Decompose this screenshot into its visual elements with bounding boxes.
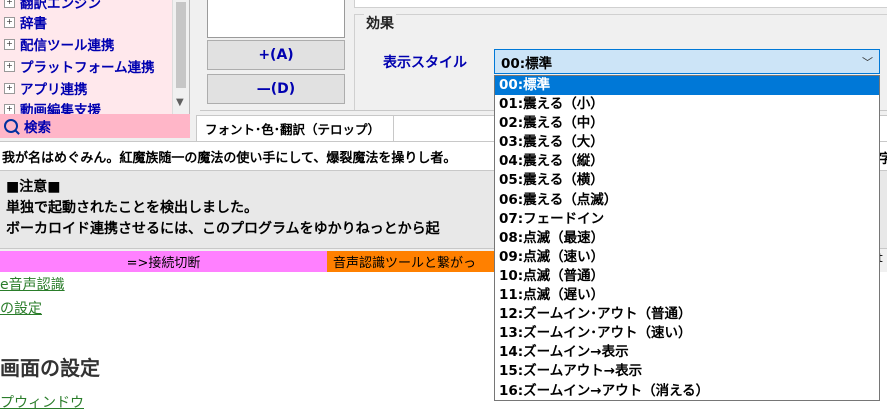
chevron-down-icon[interactable]: ▼ [176,97,184,108]
tree-item-translation-engine[interactable]: + 翻訳エンジン [4,0,101,12]
web-heading: 画面の設定 [0,356,100,380]
dropdown-option[interactable]: 12:ズームイン･アウト（普通） [495,305,879,324]
speech-tool-status: 音声認識ツールと繋がっ [327,251,497,272]
web-link-settings[interactable]: の設定 [0,298,42,318]
expand-icon[interactable]: + [4,0,15,8]
tree-item-label: 動画編集支援 [20,103,101,114]
preview-box [207,0,345,38]
dropdown-option[interactable]: 11:点滅（遅い） [495,286,879,305]
expand-icon[interactable]: + [4,82,15,94]
display-style-label: 表示スタイル [383,55,467,71]
dropdown-option[interactable]: 07:フェードイン [495,210,879,229]
expand-icon[interactable]: + [4,60,15,72]
tab-font-color-translation[interactable]: フォント･色･翻訳（テロップ） [196,115,394,141]
dropdown-option[interactable]: 15:ズームアウト→表示 [495,362,879,381]
tree-item-platforms[interactable]: + プラットフォーム連携 [4,56,155,76]
disconnect-button[interactable]: =>接続切断 [0,251,327,272]
display-style-dropdown-list[interactable]: 00:標準 01:震える（小） 02:震える（中） 03:震える（大） 04:震… [494,75,880,401]
tree-item-label: アプリ連携 [20,82,88,98]
dropdown-option[interactable]: 16:ズームイン→アウト（消える） [495,382,879,401]
search-label: 検索 [24,120,51,136]
scroll-thumb[interactable] [176,2,186,88]
tree-item-dictionary[interactable]: + 辞書 [4,12,47,32]
dropdown-option[interactable]: 05:震える（横） [495,171,879,190]
dropdown-option[interactable]: 06:震える（点滅） [495,191,879,210]
tree-item-streaming-tools[interactable]: + 配信ツール連携 [4,34,115,54]
dropdown-option[interactable]: 10:点滅（普通） [495,267,879,286]
display-style-select[interactable]: 00:標準 ﹀ [494,49,880,74]
tree-scrollbar[interactable]: ▼ [172,0,189,114]
dropdown-option[interactable]: 14:ズームイン→表示 [495,343,879,362]
background-web-page: e音声認識 の設定 画面の設定 プウィンドウ [0,270,330,411]
top-panel [354,0,887,8]
sample-side-char: 字 [879,152,887,167]
dropdown-option[interactable]: 02:震える（中） [495,114,879,133]
expand-icon[interactable]: + [4,16,15,28]
search-icon [4,119,18,133]
web-link-window[interactable]: プウィンドウ [0,392,84,412]
web-link-speech[interactable]: e音声認識 [0,274,65,294]
tree-item-video-editing[interactable]: + 動画編集支援 [4,99,101,114]
add-button[interactable]: +(A) [207,40,345,70]
tree-item-apps[interactable]: + アプリ連携 [4,78,88,98]
chevron-down-icon[interactable]: ﹀ [862,54,873,70]
effect-group-title: 効果 [364,13,396,33]
dropdown-option[interactable]: 03:震える（大） [495,133,879,152]
expand-icon[interactable]: + [4,38,15,50]
dropdown-option[interactable]: 08:点滅（最速） [495,229,879,248]
tree-item-label: 翻訳エンジン [20,0,101,12]
expand-icon[interactable]: + [4,103,15,114]
tree-item-label: 辞書 [20,16,47,32]
category-tree: + 翻訳エンジン + 辞書 + 配信ツール連携 + プラットフォーム連携 + ア… [0,0,190,114]
dropdown-option[interactable]: 04:震える（縦） [495,152,879,171]
dropdown-option[interactable]: 09:点滅（速い） [495,248,879,267]
dropdown-option[interactable]: 13:ズームイン･アウト（速い） [495,324,879,343]
tree-item-label: 配信ツール連携 [20,38,115,54]
delete-button[interactable]: —(D) [207,74,345,104]
dropdown-option[interactable]: 01:震える（小） [495,95,879,114]
dropdown-option[interactable]: 00:標準 [495,76,879,96]
display-style-value: 00:標準 [501,55,553,72]
tree-item-label: プラットフォーム連携 [20,60,155,76]
search-button[interactable]: 検索 [0,114,190,138]
